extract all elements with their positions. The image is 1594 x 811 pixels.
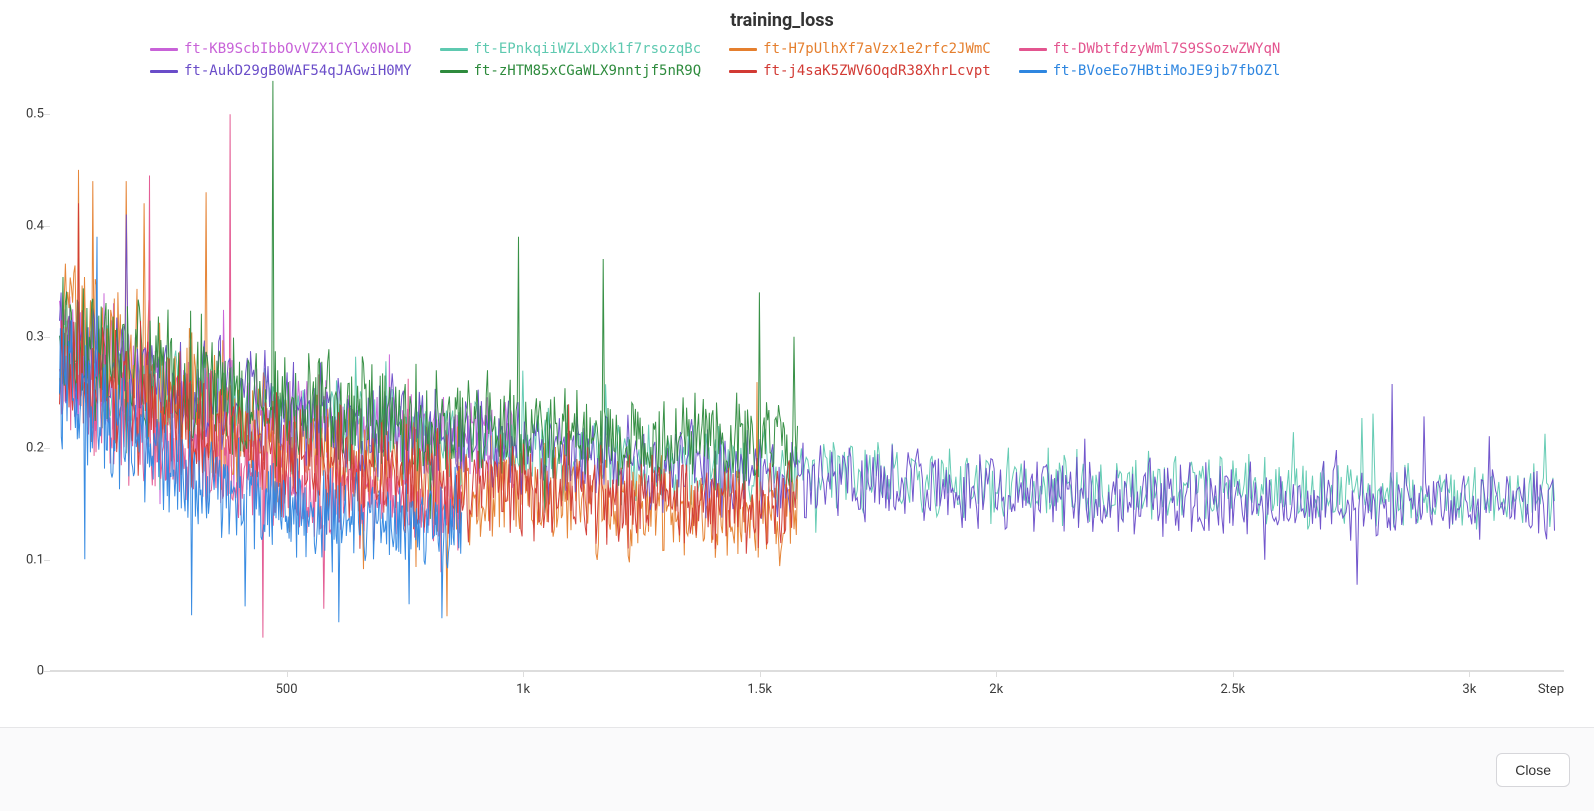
legend-swatch — [729, 48, 757, 51]
legend-item-7[interactable]: ft-BVoeEo7HBtiMoJE9jb7fbOZl — [1019, 60, 1281, 82]
y-tick: 0.2 — [10, 441, 44, 456]
legend-label: ft-BVoeEo7HBtiMoJE9jb7fbOZl — [1053, 60, 1281, 82]
legend-item-6[interactable]: ft-j4saK5ZWV6OqdR38XhrLcvpt — [729, 60, 991, 82]
y-tick: 0.4 — [10, 218, 44, 233]
x-tick: 1.5k — [747, 682, 772, 697]
legend-swatch — [150, 70, 178, 73]
y-tick: 0.1 — [10, 552, 44, 567]
close-button[interactable]: Close — [1496, 753, 1570, 787]
footer-bar: Close — [0, 727, 1594, 811]
chart-plot-area[interactable]: Step 00.10.20.30.40.55001k1.5k2k2.5k3k — [50, 92, 1564, 671]
legend-label: ft-H7pUlhXf7aVzx1e2rfc2JWmC — [763, 38, 991, 60]
legend-label: ft-AukD29gB0WAF54qJAGwiH0MY — [184, 60, 412, 82]
legend-label: ft-DWbtfdzyWml7S9SSozwZWYqN — [1053, 38, 1281, 60]
legend-label: ft-EPnkqiiWZLxDxk1f7rsozqBc — [474, 38, 702, 60]
chart-title: training_loss — [0, 10, 1564, 31]
legend-item-0[interactable]: ft-KB9ScbIbbOvVZX1CYlX0NoLD — [150, 38, 412, 60]
legend-item-1[interactable]: ft-EPnkqiiWZLxDxk1f7rsozqBc — [440, 38, 702, 60]
x-axis-label: Step — [1538, 682, 1564, 697]
legend-swatch — [729, 70, 757, 73]
legend-swatch — [1019, 70, 1047, 73]
x-tick: 2.5k — [1220, 682, 1245, 697]
y-tick: 0 — [10, 664, 44, 679]
legend-swatch — [440, 48, 468, 51]
legend-item-3[interactable]: ft-DWbtfdzyWml7S9SSozwZWYqN — [1019, 38, 1281, 60]
legend-label: ft-j4saK5ZWV6OqdR38XhrLcvpt — [763, 60, 991, 82]
x-tick: 500 — [276, 682, 298, 697]
x-tick: 1k — [516, 682, 530, 697]
chart-lines-svg — [50, 92, 1564, 671]
chart-legend: ft-KB9ScbIbbOvVZX1CYlX0NoLD ft-EPnkqiiWZL… — [150, 38, 1534, 82]
legend-label: ft-zHTM85xCGaWLX9nntjf5nR9Q — [474, 60, 702, 82]
x-tick: 2k — [989, 682, 1003, 697]
legend-swatch — [150, 48, 178, 51]
training-loss-chart-container: training_loss ft-KB9ScbIbbOvVZX1CYlX0NoL… — [0, 0, 1594, 811]
legend-item-2[interactable]: ft-H7pUlhXf7aVzx1e2rfc2JWmC — [729, 38, 991, 60]
legend-item-4[interactable]: ft-AukD29gB0WAF54qJAGwiH0MY — [150, 60, 412, 82]
legend-swatch — [1019, 48, 1047, 51]
y-tick: 0.3 — [10, 329, 44, 344]
y-tick: 0.5 — [10, 107, 44, 122]
legend-swatch — [440, 70, 468, 73]
x-tick: 3k — [1462, 682, 1476, 697]
legend-item-5[interactable]: ft-zHTM85xCGaWLX9nntjf5nR9Q — [440, 60, 702, 82]
legend-label: ft-KB9ScbIbbOvVZX1CYlX0NoLD — [184, 38, 412, 60]
